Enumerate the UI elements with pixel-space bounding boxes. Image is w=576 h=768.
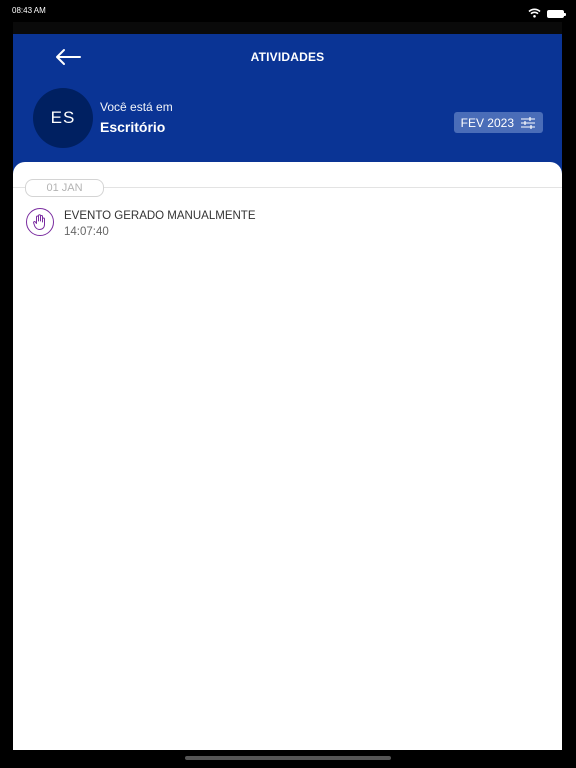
app-window: ATIVIDADES ES Você está em Escritório FE… xyxy=(13,34,562,750)
page-title: ATIVIDADES xyxy=(250,50,325,64)
sliders-icon xyxy=(521,116,535,129)
event-time: 14:07:40 xyxy=(64,226,109,238)
date-filter-button[interactable]: FEV 2023 xyxy=(453,112,543,133)
avatar: ES xyxy=(33,88,93,148)
day-chip: 01 JAN xyxy=(25,179,104,197)
date-filter-label: FEV 2023 xyxy=(460,115,514,130)
status-time: 08:43 AM xyxy=(12,6,46,15)
location-label: Você está em xyxy=(100,100,173,114)
status-bar: 08:43 AM xyxy=(0,0,576,22)
home-indicator[interactable] xyxy=(185,756,391,760)
list-item[interactable]: EVENTO GERADO MANUALMENTE 14:07:40 xyxy=(26,207,546,243)
hand-icon xyxy=(26,208,54,236)
status-icons xyxy=(528,5,566,23)
header: ATIVIDADES ES Você está em Escritório FE… xyxy=(13,34,562,174)
top-spacer xyxy=(13,22,562,34)
location-name: Escritório xyxy=(100,119,166,135)
avatar-initials: ES xyxy=(50,108,76,127)
battery-icon xyxy=(547,10,566,18)
event-title: EVENTO GERADO MANUALMENTE xyxy=(64,210,256,222)
activity-list: 01 JAN EVENTO GERADO MANUALMENTE 14:07:4… xyxy=(13,162,562,750)
wifi-icon xyxy=(528,5,541,23)
